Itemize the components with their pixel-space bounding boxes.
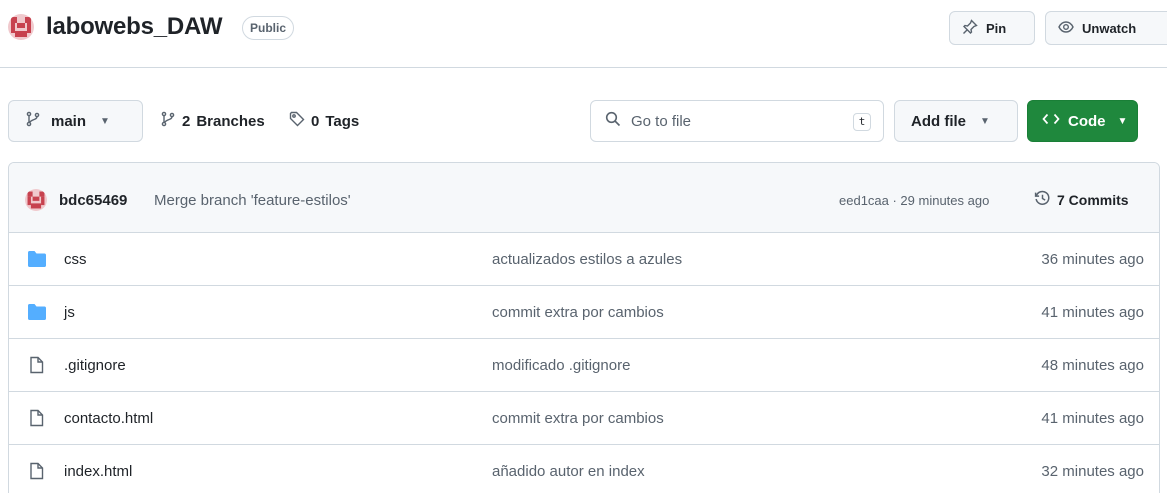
code-icon: [1042, 111, 1060, 131]
tags-label: Tags: [325, 112, 360, 130]
commits-count-label: 7 Commits: [1057, 192, 1129, 208]
file-icon: [27, 356, 47, 374]
go-to-file-input[interactable]: Go to file t: [590, 100, 884, 142]
unwatch-label: Unwatch: [1082, 20, 1137, 36]
file-commit-message[interactable]: añadido autor en index: [492, 463, 645, 480]
branch-name: main: [51, 112, 87, 130]
file-name-link[interactable]: css: [64, 251, 87, 268]
file-icon: [27, 409, 47, 427]
file-commit-time: 48 minutes ago: [1041, 357, 1144, 374]
file-name-link[interactable]: index.html: [64, 463, 132, 480]
latest-commit-row: bdc65469 Merge branch 'feature-estilos' …: [9, 163, 1159, 233]
history-icon: [1034, 190, 1051, 210]
repo-name[interactable]: labowebs_DAW: [46, 13, 223, 41]
branches-link[interactable]: 2 Branches: [160, 100, 265, 142]
file-commit-time: 41 minutes ago: [1041, 410, 1144, 427]
file-name-link[interactable]: .gitignore: [64, 357, 126, 374]
search-icon: [605, 111, 621, 131]
commit-hash-time[interactable]: eed1caa · 29 minutes ago: [839, 193, 989, 208]
file-row[interactable]: .gitignore modificado .gitignore 48 minute…: [9, 339, 1159, 392]
tags-link[interactable]: 0 Tags: [289, 100, 359, 142]
commit-message[interactable]: Merge branch 'feature-estilos': [154, 192, 351, 209]
unwatch-button[interactable]: Unwatch: [1045, 11, 1167, 45]
folder-icon: [27, 303, 47, 321]
branch-selector[interactable]: main ▼: [8, 100, 143, 142]
folder-icon: [27, 250, 47, 268]
commits-history-link[interactable]: 7 Commits: [1034, 190, 1129, 210]
chevron-down-icon: ▼: [100, 115, 110, 127]
repo-owner-avatar[interactable]: [8, 14, 34, 40]
file-commit-message[interactable]: modificado .gitignore: [492, 357, 630, 374]
commit-author[interactable]: bdc65469: [59, 192, 127, 209]
tag-icon: [289, 111, 305, 131]
chevron-down-icon: ▼: [980, 115, 990, 127]
visibility-badge: Public: [242, 16, 295, 40]
file-commit-time: 36 minutes ago: [1041, 251, 1144, 268]
git-branch-icon: [25, 111, 41, 131]
code-button[interactable]: Code ▼: [1027, 100, 1138, 142]
keyboard-shortcut-hint: t: [853, 113, 871, 131]
add-file-label: Add file: [911, 112, 966, 130]
file-commit-message[interactable]: commit extra por cambios: [492, 410, 664, 427]
file-commit-message[interactable]: commit extra por cambios: [492, 304, 664, 321]
tags-count: 0: [311, 112, 320, 130]
pin-label: Pin: [986, 20, 1007, 36]
add-file-button[interactable]: Add file ▼: [894, 100, 1018, 142]
file-row[interactable]: contacto.html commit extra por cambios 41 …: [9, 392, 1159, 445]
repo-header: labowebs_DAW Public Pin Unwatch: [0, 0, 1167, 68]
file-row[interactable]: index.html añadido autor en index 32 minut…: [9, 445, 1159, 493]
branches-count: 2: [182, 112, 191, 130]
commit-author-avatar[interactable]: [25, 189, 47, 211]
chevron-down-icon: ▼: [1117, 115, 1128, 127]
file-name-link[interactable]: contacto.html: [64, 410, 153, 427]
code-label: Code: [1068, 112, 1106, 130]
pin-button[interactable]: Pin: [949, 11, 1035, 45]
file-commit-message[interactable]: actualizados estilos a azules: [492, 251, 682, 268]
search-placeholder: Go to file: [631, 112, 692, 130]
file-commit-time: 32 minutes ago: [1041, 463, 1144, 480]
file-row[interactable]: css actualizados estilos a azules 36 minut…: [9, 233, 1159, 286]
eye-icon: [1058, 19, 1074, 38]
file-row[interactable]: js commit extra por cambios 41 minutes ago: [9, 286, 1159, 339]
git-branch-icon: [160, 111, 176, 131]
file-icon: [27, 462, 47, 480]
branches-label: Branches: [196, 112, 265, 130]
pin-icon: [962, 18, 978, 38]
file-commit-time: 41 minutes ago: [1041, 304, 1144, 321]
file-name-link[interactable]: js: [64, 304, 75, 321]
file-table: bdc65469 Merge branch 'feature-estilos' …: [8, 162, 1160, 493]
